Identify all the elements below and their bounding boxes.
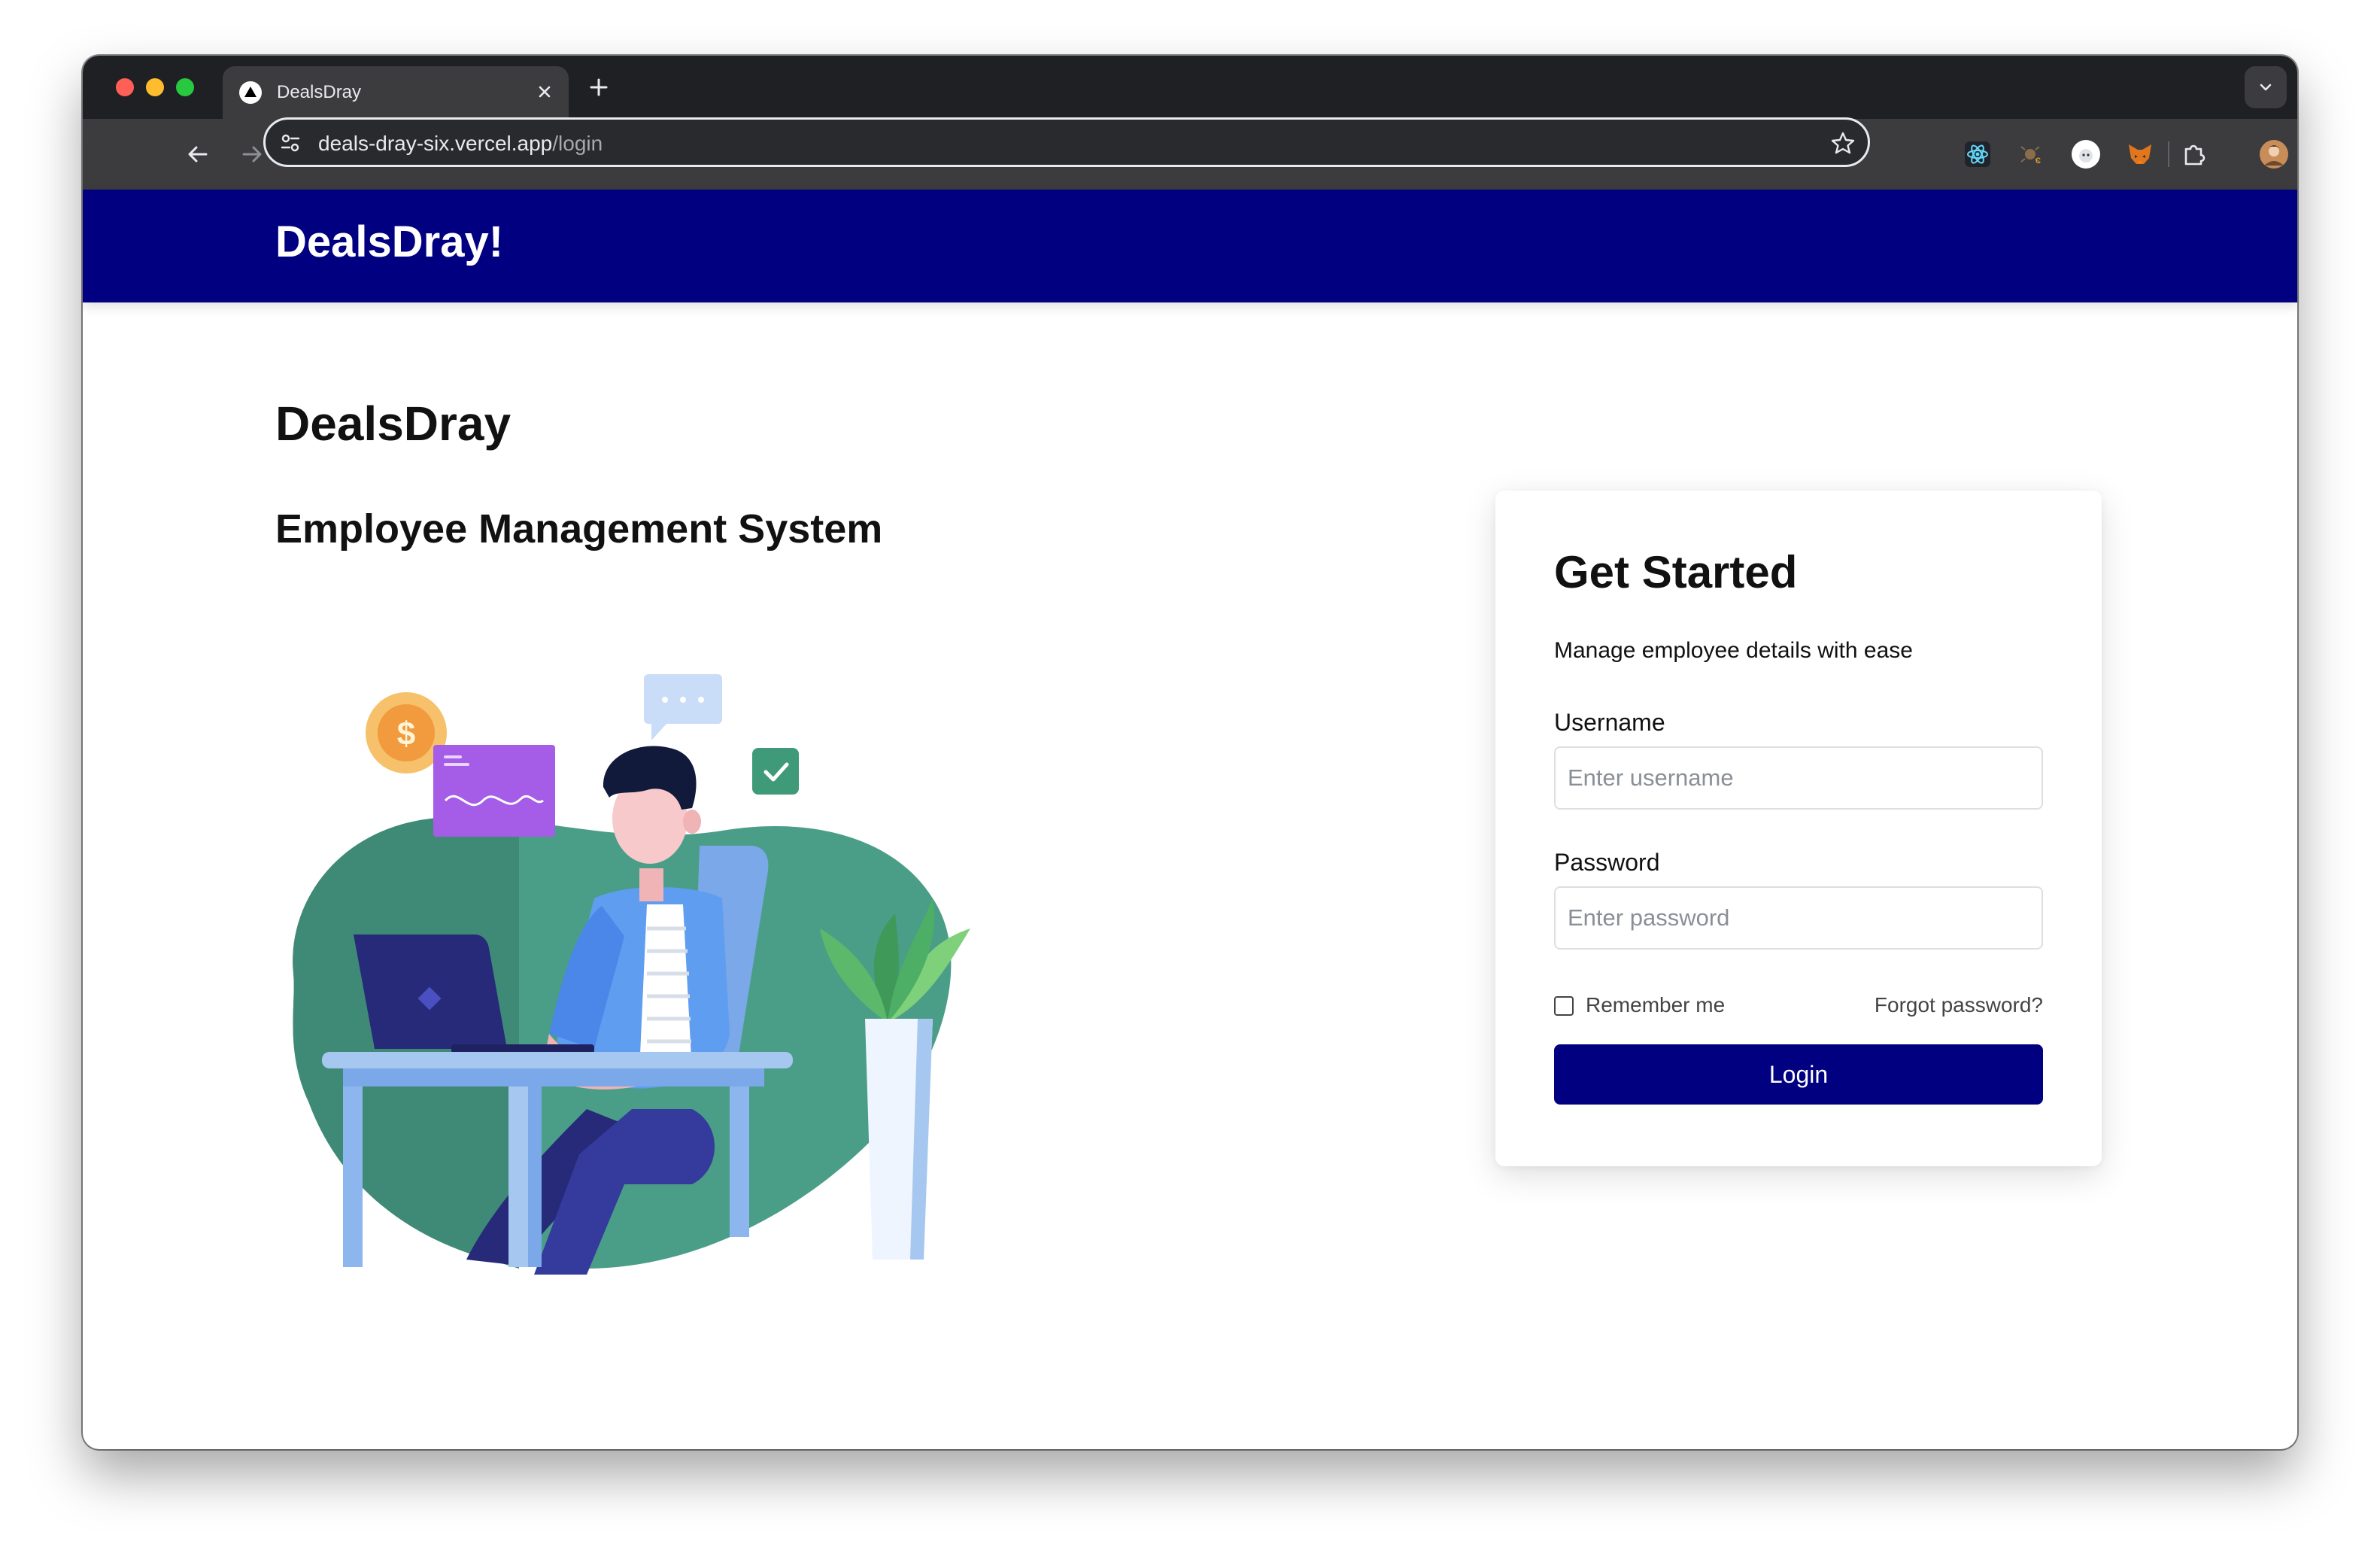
site-settings-icon[interactable] bbox=[279, 132, 302, 154]
profile-avatar-icon[interactable] bbox=[2258, 138, 2290, 170]
url-host: deals-dray-six.vercel.app bbox=[318, 132, 553, 155]
password-input[interactable] bbox=[1554, 886, 2043, 950]
tab-title: DealsDray bbox=[277, 82, 362, 102]
browser-window: DealsDray c deals-dray-six.vercel.app/lo… bbox=[83, 56, 2297, 1449]
site-brand[interactable]: DealsDray! bbox=[275, 217, 503, 267]
remember-me-checkbox[interactable] bbox=[1554, 996, 1574, 1016]
bookmark-star-icon[interactable] bbox=[1830, 130, 1856, 156]
tab-search-button[interactable] bbox=[2245, 66, 2287, 108]
extensions-puzzle-icon[interactable] bbox=[2178, 138, 2210, 170]
maximize-window-button[interactable] bbox=[176, 78, 194, 96]
cat-extension-icon[interactable] bbox=[2070, 138, 2102, 170]
forward-arrow-icon[interactable] bbox=[238, 140, 266, 169]
react-devtools-extension-icon[interactable] bbox=[1962, 138, 1993, 170]
close-tab-icon[interactable] bbox=[533, 80, 557, 104]
chart-card-icon bbox=[433, 745, 555, 837]
url-path: /login bbox=[552, 132, 603, 155]
login-description: Manage employee details with ease bbox=[1554, 638, 1913, 663]
tab-strip: DealsDray bbox=[83, 56, 2297, 119]
checkmark-icon bbox=[752, 748, 799, 795]
browser-tab[interactable]: DealsDray bbox=[223, 66, 569, 119]
username-input[interactable] bbox=[1554, 746, 2043, 810]
login-button[interactable]: Login bbox=[1554, 1044, 2043, 1105]
page-subtitle: Employee Management System bbox=[275, 506, 883, 552]
svg-text:c: c bbox=[2035, 153, 2041, 166]
chevron-down-icon bbox=[2260, 84, 2272, 91]
remember-me-label[interactable]: Remember me bbox=[1586, 993, 1725, 1017]
page-title: DealsDray bbox=[275, 397, 512, 451]
username-label: Username bbox=[1554, 709, 1665, 736]
login-heading: Get Started bbox=[1554, 547, 1798, 597]
site-header: DealsDray! bbox=[83, 190, 2297, 302]
address-bar[interactable]: deals-dray-six.vercel.app/login bbox=[263, 117, 1870, 167]
url-text: deals-dray-six.vercel.app/login bbox=[318, 132, 603, 156]
close-window-button[interactable] bbox=[116, 78, 134, 96]
password-label: Password bbox=[1554, 849, 1660, 876]
login-card: Get Started Manage employee details with… bbox=[1495, 491, 2102, 1166]
back-arrow-icon[interactable] bbox=[184, 140, 212, 169]
toolbar-separator bbox=[2168, 141, 2169, 167]
bug-extension-icon[interactable]: c bbox=[2016, 138, 2048, 170]
employee-illustration: $ bbox=[293, 674, 970, 1275]
metamask-fox-icon[interactable] bbox=[2124, 138, 2156, 170]
new-tab-icon[interactable] bbox=[585, 74, 612, 101]
minimize-window-button[interactable] bbox=[146, 78, 164, 96]
chat-bubble-icon bbox=[644, 674, 722, 740]
svg-text:$: $ bbox=[397, 716, 415, 752]
vercel-favicon-icon bbox=[239, 81, 262, 104]
forgot-password-link[interactable]: Forgot password? bbox=[1875, 993, 2043, 1017]
